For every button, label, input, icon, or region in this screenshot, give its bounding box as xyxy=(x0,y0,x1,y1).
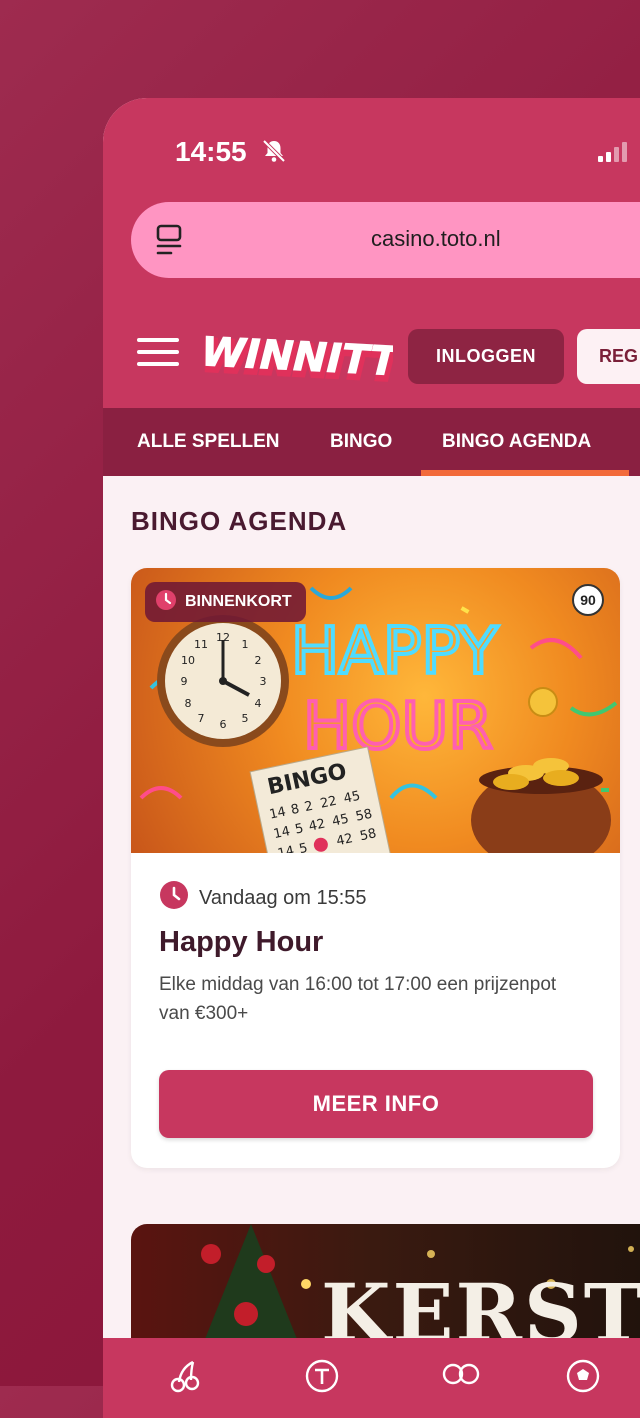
svg-text:10: 10 xyxy=(181,654,195,667)
cherries-icon[interactable] xyxy=(167,1358,203,1399)
tab-bingo-agenda[interactable]: BINGO AGENDA xyxy=(442,408,591,476)
tab-bingo[interactable]: BINGO xyxy=(330,408,392,476)
svg-text:6: 6 xyxy=(220,718,227,731)
svg-text:2: 2 xyxy=(255,654,262,667)
register-button[interactable]: REG xyxy=(577,329,640,384)
clock-illustration: 12369 1245 781011 xyxy=(157,615,289,747)
svg-text:HAPPY: HAPPY xyxy=(291,615,499,689)
svg-text:11: 11 xyxy=(194,638,208,651)
login-button[interactable]: INLOGGEN xyxy=(408,329,564,384)
section-title: BINGO AGENDA xyxy=(131,506,348,536)
category-tabs: ALLE SPELLEN BINGO BINGO AGENDA xyxy=(103,408,640,476)
address-bar[interactable]: casino.toto.nl xyxy=(131,202,640,278)
winnitt-logo[interactable]: WINNITT WINNITT xyxy=(197,322,406,397)
tab-alle-spellen[interactable]: ALLE SPELLEN xyxy=(137,408,280,476)
bingo-type-badge: 90 xyxy=(572,584,604,616)
toto-icon[interactable] xyxy=(304,1358,340,1399)
bottom-navigation xyxy=(103,1338,640,1418)
active-tab-indicator xyxy=(421,470,629,476)
signal-icon xyxy=(598,142,627,162)
bell-slash-icon xyxy=(261,138,287,169)
svg-text:4: 4 xyxy=(255,697,262,710)
svg-text:1: 1 xyxy=(242,638,249,651)
bingo-ticket-illustration: BINGO 14 8 2 22 45 14 5 42 45 58 14 5 42 58 xyxy=(249,746,391,853)
phone-screen: 14:55 casino.toto.nl WINNITT WINNITT INL… xyxy=(103,98,640,1418)
svg-text:8: 8 xyxy=(185,697,192,710)
status-badge-label: BINNENKORT xyxy=(185,593,292,610)
event-description: Elke middag van 16:00 tot 17:00 een prij… xyxy=(159,974,557,1024)
status-time: 14:55 xyxy=(175,136,247,167)
svg-text:7: 7 xyxy=(198,712,205,725)
menu-icon[interactable] xyxy=(137,338,179,374)
event-date: Vandaag om 15:55 xyxy=(159,880,367,916)
bingo-balls-icon[interactable] xyxy=(441,1358,481,1399)
status-badge: BINNENKORT xyxy=(145,582,306,622)
tab-list-icon[interactable] xyxy=(155,224,185,261)
svg-text:9: 9 xyxy=(181,675,188,688)
clock-icon xyxy=(155,589,177,616)
url-text[interactable]: casino.toto.nl xyxy=(371,226,501,252)
svg-text:HOUR: HOUR xyxy=(303,690,493,764)
event-date-text: Vandaag om 15:55 xyxy=(199,886,367,909)
svg-text:5: 5 xyxy=(242,712,249,725)
clock-icon xyxy=(159,880,189,916)
event-title: Happy Hour xyxy=(159,926,324,958)
event-card[interactable]: 12 3 6 9 1245 7 8 10 11 HAPPY HOUR BINGO 14 8 2 2… xyxy=(131,568,620,1168)
more-info-button[interactable]: MEER INFO xyxy=(159,1070,593,1138)
browser-chrome: 14:55 casino.toto.nl WINNITT WINNITT INL… xyxy=(103,98,640,408)
svg-text:3: 3 xyxy=(260,675,267,688)
event-banner-image[interactable]: 12 3 6 9 1245 7 8 10 11 HAPPY HOUR BINGO 14 8 2 2… xyxy=(131,568,620,853)
soccer-ball-icon[interactable] xyxy=(565,1358,601,1399)
